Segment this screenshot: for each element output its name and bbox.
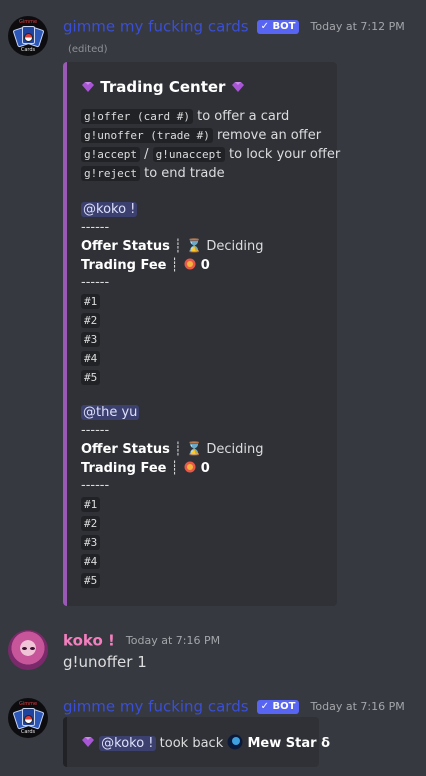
- trading-fee-label: Trading Fee: [81, 258, 167, 273]
- slot-line: #1: [81, 497, 101, 512]
- player-mention-line: @koko !: [81, 202, 138, 217]
- slot-line: #5: [81, 573, 101, 588]
- command-desc: to lock your offer: [224, 147, 341, 162]
- took-back-line: @koko ! took back Mew Star δ: [81, 734, 330, 751]
- edited-label: (edited): [68, 44, 108, 55]
- trading-fee: Trading Fee ┊ 0: [81, 461, 210, 476]
- user-avatar[interactable]: [8, 630, 48, 670]
- command-desc: to end trade: [139, 166, 225, 181]
- user-mention[interactable]: @koko !: [99, 736, 156, 751]
- trading-fee: Trading Fee ┊ 0: [81, 258, 210, 273]
- gem-icon: [82, 737, 94, 747]
- command-unoffer: g!unoffer (trade #) remove an offer: [81, 128, 321, 143]
- avatar-eye: [30, 647, 35, 650]
- embed-title: Trading Center: [81, 78, 245, 96]
- divider-text: ------: [81, 423, 110, 438]
- trading-fee-value: 0: [200, 258, 210, 273]
- timestamp[interactable]: Today at 7:16 PM: [311, 700, 405, 713]
- trade-slot: #1: [81, 497, 101, 512]
- slot-line: #4: [81, 554, 101, 569]
- timestamp[interactable]: Today at 7:16 PM: [126, 634, 220, 647]
- command-code: g!offer (card #): [81, 109, 193, 124]
- bot-avatar[interactable]: Gimme Cards: [8, 16, 48, 56]
- separator: ┊: [169, 442, 186, 457]
- trade-slot: #4: [81, 554, 101, 569]
- divider-text: ------: [81, 220, 110, 235]
- bot-avatar[interactable]: Gimme Cards: [8, 698, 48, 738]
- bot-badge: ✓ BOT: [256, 699, 300, 714]
- trading-fee-value: 0: [200, 461, 210, 476]
- trade-slot: #2: [81, 313, 101, 328]
- player-mention-line: @the yu: [81, 405, 140, 420]
- command-code: g!unaccept: [152, 147, 225, 162]
- message-header: gimme my fucking cards ✓ BOT Today at 7:…: [63, 696, 405, 716]
- offer-status-value: Deciding: [206, 239, 264, 254]
- slot-line: #4: [81, 351, 101, 366]
- offer-status: Offer Status ┊ ⌛ Deciding: [81, 239, 263, 254]
- bot-badge: ✓ BOT: [256, 19, 300, 34]
- pokeball-icon: [24, 33, 33, 42]
- offer-status-value: Deciding: [206, 442, 264, 457]
- hourglass-icon: ⌛: [186, 442, 203, 457]
- slot-line: #3: [81, 332, 101, 347]
- trade-slot: #4: [81, 351, 101, 366]
- avatar-text-bottom: Cards: [20, 47, 36, 53]
- slot-line: #3: [81, 535, 101, 550]
- slot-line: #5: [81, 370, 101, 385]
- trading-fee-label: Trading Fee: [81, 461, 167, 476]
- gem-icon: [231, 82, 244, 92]
- mew-icon: [227, 734, 243, 750]
- hourglass-icon: ⌛: [186, 239, 203, 254]
- separator: ┊: [169, 239, 186, 254]
- command-reject: g!reject to end trade: [81, 166, 225, 181]
- command-desc: remove an offer: [212, 128, 322, 143]
- command-code: g!unoffer (trade #): [81, 128, 213, 143]
- pokeball-icon: [24, 715, 33, 724]
- command-accept: g!accept / g!unaccept to lock your offer: [81, 147, 340, 162]
- username[interactable]: koko !: [63, 632, 115, 650]
- timestamp[interactable]: Today at 7:12 PM: [311, 20, 405, 33]
- trade-slot: #1: [81, 294, 101, 309]
- trade-slot: #5: [81, 573, 101, 588]
- took-back-embed: @koko ! took back Mew Star δ: [63, 717, 330, 767]
- took-back-text: took back: [155, 736, 228, 751]
- separator: ┊: [166, 461, 183, 476]
- trade-slot: #2: [81, 516, 101, 531]
- coin-icon: [184, 461, 196, 473]
- offer-status-label: Offer Status: [81, 239, 170, 254]
- user-mention[interactable]: @koko !: [81, 202, 138, 217]
- embed-title-text: Trading Center: [100, 78, 226, 96]
- command-offer: g!offer (card #) to offer a card: [81, 109, 289, 124]
- coin-icon: [184, 258, 196, 270]
- trade-slot: #5: [81, 370, 101, 385]
- username[interactable]: gimme my fucking cards: [63, 18, 249, 36]
- card-name: Mew Star δ: [247, 736, 331, 751]
- offer-status: Offer Status ┊ ⌛ Deciding: [81, 442, 263, 457]
- divider-text: ------: [81, 478, 110, 493]
- avatar-text-bottom: Cards: [20, 729, 36, 735]
- user-mention[interactable]: @the yu: [81, 405, 140, 420]
- command-code: g!accept: [81, 147, 140, 162]
- divider-text: ------: [81, 275, 110, 290]
- message-header: koko ! Today at 7:16 PM: [63, 630, 220, 650]
- slot-line: #2: [81, 516, 101, 531]
- offer-status-label: Offer Status: [81, 442, 170, 457]
- username[interactable]: gimme my fucking cards: [63, 698, 249, 716]
- slot-line: #1: [81, 294, 101, 309]
- slot-line: #2: [81, 313, 101, 328]
- gem-icon: [82, 82, 94, 92]
- command-sep: /: [139, 147, 153, 162]
- separator: ┊: [166, 258, 183, 273]
- avatar-text-top: Gimme: [18, 701, 38, 707]
- command-desc: to offer a card: [192, 109, 290, 124]
- avatar-text-top: Gimme: [18, 19, 38, 25]
- message-header: gimme my fucking cards ✓ BOT Today at 7:…: [63, 16, 405, 36]
- message-content: g!unoffer 1: [63, 653, 147, 671]
- trading-embed: Trading Center g!offer (card #) to offer…: [63, 62, 340, 606]
- avatar-eye: [22, 647, 27, 650]
- command-code: g!reject: [81, 166, 140, 181]
- trade-slot: #3: [81, 535, 101, 550]
- trade-slot: #3: [81, 332, 101, 347]
